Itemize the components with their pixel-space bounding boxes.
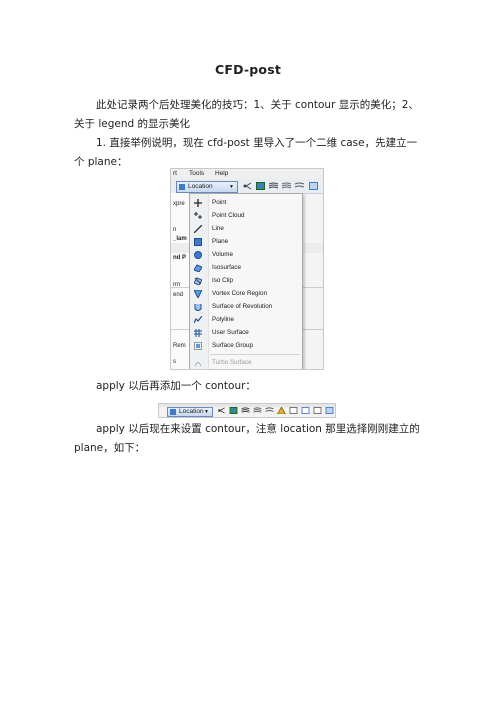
particle-track-icon[interactable]	[253, 407, 262, 414]
step3-paragraph: apply 以后现在来设置 contour，注意 location 那里选择刚刚…	[74, 423, 420, 454]
panel-text: s	[173, 359, 176, 365]
line-icon	[194, 225, 202, 233]
user-surface-icon	[194, 329, 202, 337]
volume-render-icon[interactable]	[295, 182, 304, 190]
toolbar-screenshot: Location ▼	[158, 403, 336, 418]
contour-icon[interactable]	[229, 407, 238, 414]
vortex-core-icon	[194, 290, 202, 298]
toolbar: Location ▼	[171, 179, 323, 194]
location-icon	[179, 184, 185, 190]
document-title: CFD-post	[214, 62, 282, 77]
legend-icon[interactable]	[301, 407, 310, 414]
menu-item-volume[interactable]: Volume	[190, 248, 302, 261]
panel-text: nd P	[173, 255, 186, 261]
instance-icon[interactable]	[313, 407, 322, 414]
point-icon	[194, 199, 202, 207]
menubar: rt Tools Help	[171, 169, 323, 179]
vector-icon[interactable]	[243, 182, 252, 190]
chevron-down-icon: ▼	[204, 409, 209, 415]
menu-item-label: Iso Clip	[212, 277, 233, 284]
menu-item-label: Surface Group	[212, 342, 253, 349]
step2-paragraph: apply 以后再添加一个 contour：	[96, 380, 256, 392]
iso-clip-icon	[194, 277, 202, 285]
menu-item-label: Point Cloud	[212, 212, 245, 219]
menu-item-label: Polyline	[212, 316, 235, 323]
menu-item-polyline[interactable]: Polyline	[190, 313, 302, 326]
menu-item-point-cloud[interactable]: Point Cloud	[190, 209, 302, 222]
menu-item-turbo-surface: Turbo Surface	[190, 356, 302, 369]
location-menu-screenshot: rt Tools Help Location ▼ xpre n _lam nd …	[170, 168, 324, 370]
intro-paragraph: 此处记录两个后处理美化的技巧：1、关于 contour 显示的美化；2、关于 l…	[74, 99, 419, 130]
contour-icon[interactable]	[256, 182, 265, 190]
location-button-label: Location	[188, 183, 213, 190]
menu-item-label: Volume	[212, 251, 234, 258]
location-dropdown-menu: Point Point Cloud Line Plane Volume Isos…	[189, 193, 303, 369]
chevron-down-icon: ▼	[229, 184, 234, 190]
menu-item-label: Vortex Core Region	[212, 290, 267, 297]
streamline-icon[interactable]	[269, 182, 278, 190]
menu-item-surface-group[interactable]: Surface Group	[190, 339, 302, 352]
menu-item-plane[interactable]: Plane	[190, 235, 302, 248]
menu-item-label: Point	[212, 199, 227, 206]
step1-paragraph: 1. 直接举例说明，现在 cfd-post 里导入了一个二维 case，先建立一…	[74, 137, 418, 168]
menu-rt[interactable]: rt	[173, 170, 177, 177]
particle-track-icon[interactable]	[282, 182, 291, 190]
symbol-icon[interactable]	[277, 407, 286, 414]
menu-item-iso-clip[interactable]: Iso Clip	[190, 274, 302, 287]
volume-icon	[194, 251, 202, 259]
view-icon[interactable]	[309, 182, 318, 190]
menu-help[interactable]: Help	[215, 170, 228, 177]
isosurface-icon	[194, 264, 202, 272]
surface-revolution-icon	[194, 304, 202, 311]
menu-item-user-surface[interactable]: User Surface	[190, 326, 302, 339]
menu-tools[interactable]: Tools	[189, 170, 204, 177]
location-button[interactable]: Location ▼	[167, 407, 213, 417]
panel-text: end	[173, 292, 184, 298]
menu-item-label: Plane	[212, 238, 229, 245]
streamline-icon[interactable]	[241, 407, 250, 414]
menu-item-label: Turbo Surface	[212, 359, 252, 366]
menu-separator	[210, 354, 300, 355]
vector-icon[interactable]	[217, 407, 226, 414]
menu-item-line[interactable]: Line	[190, 222, 302, 235]
polyline-icon	[194, 316, 202, 324]
menu-item-point[interactable]: Point	[190, 196, 302, 209]
panel-text: xpre	[173, 201, 185, 207]
panel-text: Rem	[173, 343, 186, 349]
surface-group-icon	[194, 342, 202, 350]
panel-text: n	[173, 227, 177, 233]
text-icon[interactable]	[289, 407, 298, 414]
location-icon	[170, 409, 176, 415]
menu-item-label: Isosurface	[212, 264, 242, 271]
menu-item-label: User Surface	[212, 329, 249, 336]
point-cloud-icon	[194, 212, 202, 219]
view-icon[interactable]	[325, 407, 334, 414]
volume-render-icon[interactable]	[265, 407, 274, 414]
location-button[interactable]: Location ▼	[176, 181, 238, 193]
menu-item-isosurface[interactable]: Isosurface	[190, 261, 302, 274]
menu-item-label: Line	[212, 225, 224, 232]
menu-item-label: Surface of Revolution	[212, 303, 273, 310]
panel-text: _lam	[173, 236, 187, 242]
location-button-label: Location	[179, 408, 204, 415]
turbo-surface-icon	[194, 362, 202, 367]
menu-item-surface-of-revolution[interactable]: Surface of Revolution	[190, 300, 302, 313]
plane-icon	[194, 238, 202, 246]
menu-item-vortex-core-region[interactable]: Vortex Core Region	[190, 287, 302, 300]
